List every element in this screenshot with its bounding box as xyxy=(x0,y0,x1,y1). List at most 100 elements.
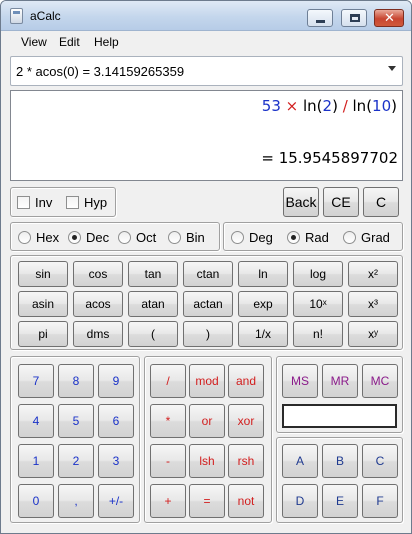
operator-button[interactable]: * xyxy=(150,404,186,438)
chevron-down-icon[interactable] xyxy=(388,66,396,71)
function-button[interactable]: acos xyxy=(73,291,123,317)
close-button[interactable]: ✕ xyxy=(374,9,404,27)
history-combobox-value: 2 * acos(0) = 3.14159265359 xyxy=(16,64,185,79)
expression-token: / xyxy=(337,97,353,115)
function-button[interactable]: sin xyxy=(18,261,68,287)
inv-checkbox-label: Inv xyxy=(35,195,53,210)
clear-entry-button[interactable]: CE xyxy=(323,187,359,217)
hyp-checkbox-label: Hyp xyxy=(84,195,108,210)
minimize-button[interactable] xyxy=(307,9,333,27)
base-bin-radio-circle[interactable] xyxy=(168,231,181,244)
function-button[interactable]: exp xyxy=(238,291,288,317)
memory-button[interactable]: MR xyxy=(322,364,358,398)
function-button[interactable]: ( xyxy=(128,321,178,347)
maximize-icon xyxy=(350,14,360,22)
number-base-group: Hex Dec Oct Bin xyxy=(10,222,220,251)
expression-token: × xyxy=(280,97,303,115)
function-button[interactable]: 1/x xyxy=(238,321,288,347)
operator-button[interactable]: xor xyxy=(228,404,264,438)
operator-button[interactable]: or xyxy=(189,404,225,438)
function-button[interactable]: 10ˣ xyxy=(293,291,343,317)
calculator-window: aCalc ✕ View Edit Help 2 * acos(0) = 3.1… xyxy=(0,0,412,534)
expression-line: 53 × ln(2) / ln(10) xyxy=(262,97,397,115)
digit-button[interactable]: 1 xyxy=(18,444,54,478)
operator-button[interactable]: + xyxy=(150,484,186,518)
function-button[interactable]: log xyxy=(293,261,343,287)
operator-button[interactable]: lsh xyxy=(189,444,225,478)
hyp-checkbox-box[interactable] xyxy=(66,196,79,209)
inv-checkbox-box[interactable] xyxy=(17,196,30,209)
maximize-button[interactable] xyxy=(341,9,367,27)
menu-help[interactable]: Help xyxy=(94,35,119,49)
function-button[interactable]: ctan xyxy=(183,261,233,287)
memory-button[interactable]: MS xyxy=(282,364,318,398)
hex-digit-button[interactable]: C xyxy=(362,444,398,478)
angle-grad-radio-circle[interactable] xyxy=(343,231,356,244)
memory-button[interactable]: MC xyxy=(362,364,398,398)
hex-digit-button[interactable]: B xyxy=(322,444,358,478)
expression-token: ln( xyxy=(352,97,373,115)
base-hex-radio-circle[interactable] xyxy=(18,231,31,244)
hex-digit-button[interactable]: E xyxy=(322,484,358,518)
inv-hyp-group: Inv Hyp xyxy=(10,187,116,217)
function-button[interactable]: ln xyxy=(238,261,288,287)
clear-button[interactable]: C xyxy=(363,187,399,217)
title-bar[interactable]: aCalc ✕ xyxy=(1,1,411,31)
minimize-icon xyxy=(316,20,325,23)
digit-button[interactable]: +/- xyxy=(98,484,134,518)
hex-digit-button[interactable]: A xyxy=(282,444,318,478)
function-button[interactable]: cos xyxy=(73,261,123,287)
function-button[interactable]: dms xyxy=(73,321,123,347)
base-oct-radio-circle[interactable] xyxy=(118,231,131,244)
angle-deg-label: Deg xyxy=(249,230,273,245)
base-dec-radio-circle[interactable] xyxy=(68,231,81,244)
angle-grad-label: Grad xyxy=(361,230,390,245)
function-button[interactable]: x³ xyxy=(348,291,398,317)
hex-digit-button[interactable]: D xyxy=(282,484,318,518)
digit-button[interactable]: 8 xyxy=(58,364,94,398)
close-icon: ✕ xyxy=(384,10,395,25)
operator-button[interactable]: - xyxy=(150,444,186,478)
function-button[interactable]: x² xyxy=(348,261,398,287)
function-button[interactable]: asin xyxy=(18,291,68,317)
expression-token: 53 xyxy=(261,97,281,115)
digit-button[interactable]: 5 xyxy=(58,404,94,438)
operator-button[interactable]: and xyxy=(228,364,264,398)
digit-button[interactable]: 2 xyxy=(58,444,94,478)
digit-button[interactable]: 0 xyxy=(18,484,54,518)
function-button[interactable]: ) xyxy=(183,321,233,347)
result-line: = 15.9545897702 xyxy=(261,149,398,167)
hex-digits-group: ABC DEF xyxy=(276,437,403,523)
angle-rad-radio-circle[interactable] xyxy=(287,231,300,244)
function-button[interactable]: xʸ xyxy=(348,321,398,347)
base-bin-label: Bin xyxy=(186,230,205,245)
angle-deg-radio-circle[interactable] xyxy=(231,231,244,244)
menu-edit[interactable]: Edit xyxy=(59,35,80,49)
operator-button[interactable]: rsh xyxy=(228,444,264,478)
history-combobox[interactable]: 2 * acos(0) = 3.14159265359 xyxy=(10,56,403,86)
digit-button[interactable]: 3 xyxy=(98,444,134,478)
window-title: aCalc xyxy=(30,9,61,23)
function-button[interactable]: pi xyxy=(18,321,68,347)
function-button[interactable]: atan xyxy=(128,291,178,317)
hex-digit-button[interactable]: F xyxy=(362,484,398,518)
base-oct-label: Oct xyxy=(136,230,157,245)
digit-button[interactable]: , xyxy=(58,484,94,518)
operator-button[interactable]: mod xyxy=(189,364,225,398)
menu-view[interactable]: View xyxy=(21,35,47,49)
function-button[interactable]: tan xyxy=(128,261,178,287)
operator-button[interactable]: = xyxy=(189,484,225,518)
digit-button[interactable]: 4 xyxy=(18,404,54,438)
digit-button[interactable]: 6 xyxy=(98,404,134,438)
digit-button[interactable]: 9 xyxy=(98,364,134,398)
angle-unit-group: Deg Rad Grad xyxy=(223,222,403,251)
operator-button[interactable]: / xyxy=(150,364,186,398)
memory-value-field xyxy=(282,404,397,428)
digit-button[interactable]: 7 xyxy=(18,364,54,398)
calculator-display[interactable]: 53 × ln(2) / ln(10) = 15.9545897702 xyxy=(10,90,403,181)
back-button[interactable]: Back xyxy=(283,187,319,217)
function-button[interactable]: actan xyxy=(183,291,233,317)
operators-group: / mod and * or xor - lsh rsh + = not xyxy=(144,356,272,523)
function-button[interactable]: n! xyxy=(293,321,343,347)
operator-button[interactable]: not xyxy=(228,484,264,518)
